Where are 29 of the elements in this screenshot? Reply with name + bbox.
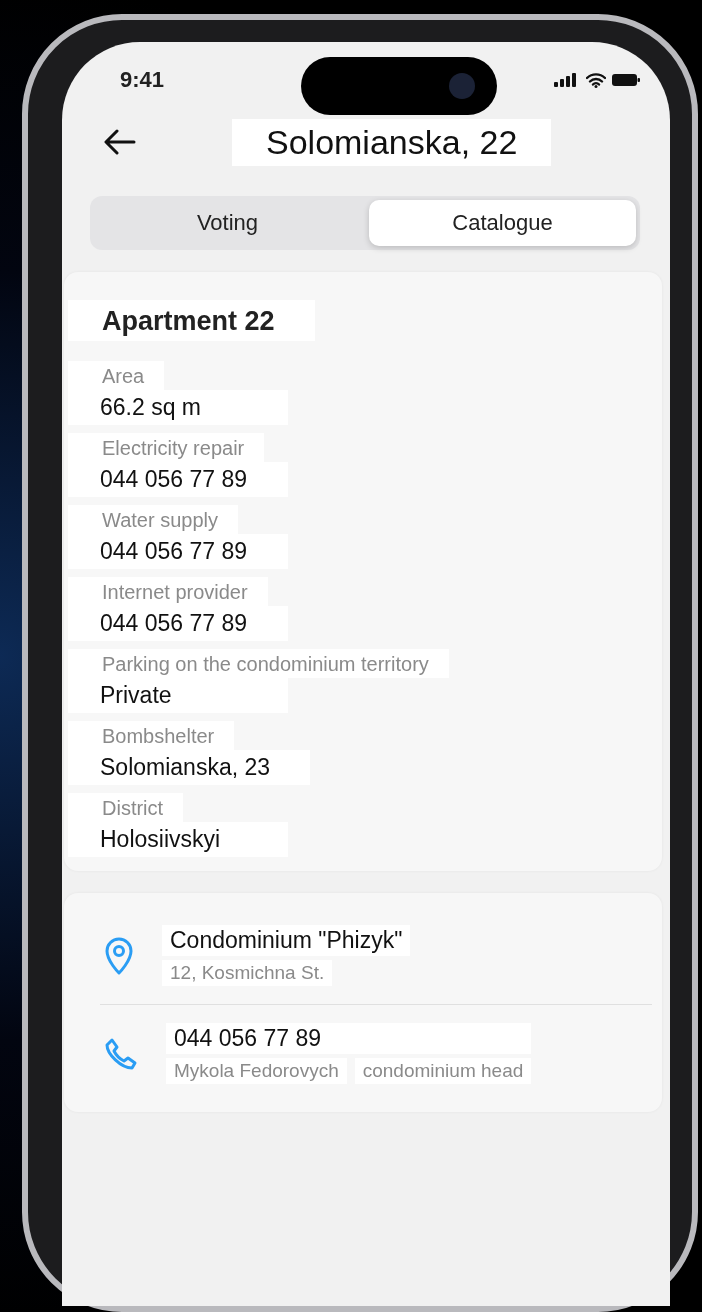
status-time: 9:41 xyxy=(120,67,165,93)
field-label: Water supply xyxy=(68,505,238,534)
field-label: Internet provider xyxy=(68,577,268,606)
back-arrow-icon xyxy=(104,129,136,155)
page-title: Solomianska, 22 xyxy=(232,118,552,166)
contact-note: condominium head xyxy=(354,1058,532,1084)
contact-subtitle: 12, Kosmichna St. xyxy=(162,960,333,986)
field-value: 044 056 77 89 xyxy=(68,462,288,497)
field-value: 044 056 77 89 xyxy=(68,534,288,569)
field-label: District xyxy=(68,793,184,822)
wifi-icon xyxy=(586,72,606,88)
field-label: Bombshelter xyxy=(68,721,235,750)
location-pin-icon xyxy=(104,936,134,975)
field-label: Area xyxy=(68,361,165,390)
tab[interactable]: Voting xyxy=(94,200,361,246)
field-value: 044 056 77 89 xyxy=(68,606,288,641)
phone-icon xyxy=(104,1036,138,1071)
apartment-title: Apartment 22 xyxy=(68,300,315,341)
contact-title: 044 056 77 89 xyxy=(166,1023,532,1054)
field-value: 66.2 sq m xyxy=(68,390,288,425)
field-value: Solomianska, 23 xyxy=(68,750,311,785)
field-value: Private xyxy=(68,678,288,713)
battery-icon xyxy=(612,74,640,86)
field-label: Electricity repair xyxy=(68,433,265,462)
field-value: Holosiivskyi xyxy=(68,822,288,857)
field-label: Parking on the condominium territory xyxy=(68,649,449,678)
contact-title: Condominium "Phizyk" xyxy=(162,925,411,956)
tab[interactable]: Catalogue xyxy=(369,200,636,246)
contact-subtitle: Mykola Fedorovych xyxy=(166,1058,347,1084)
